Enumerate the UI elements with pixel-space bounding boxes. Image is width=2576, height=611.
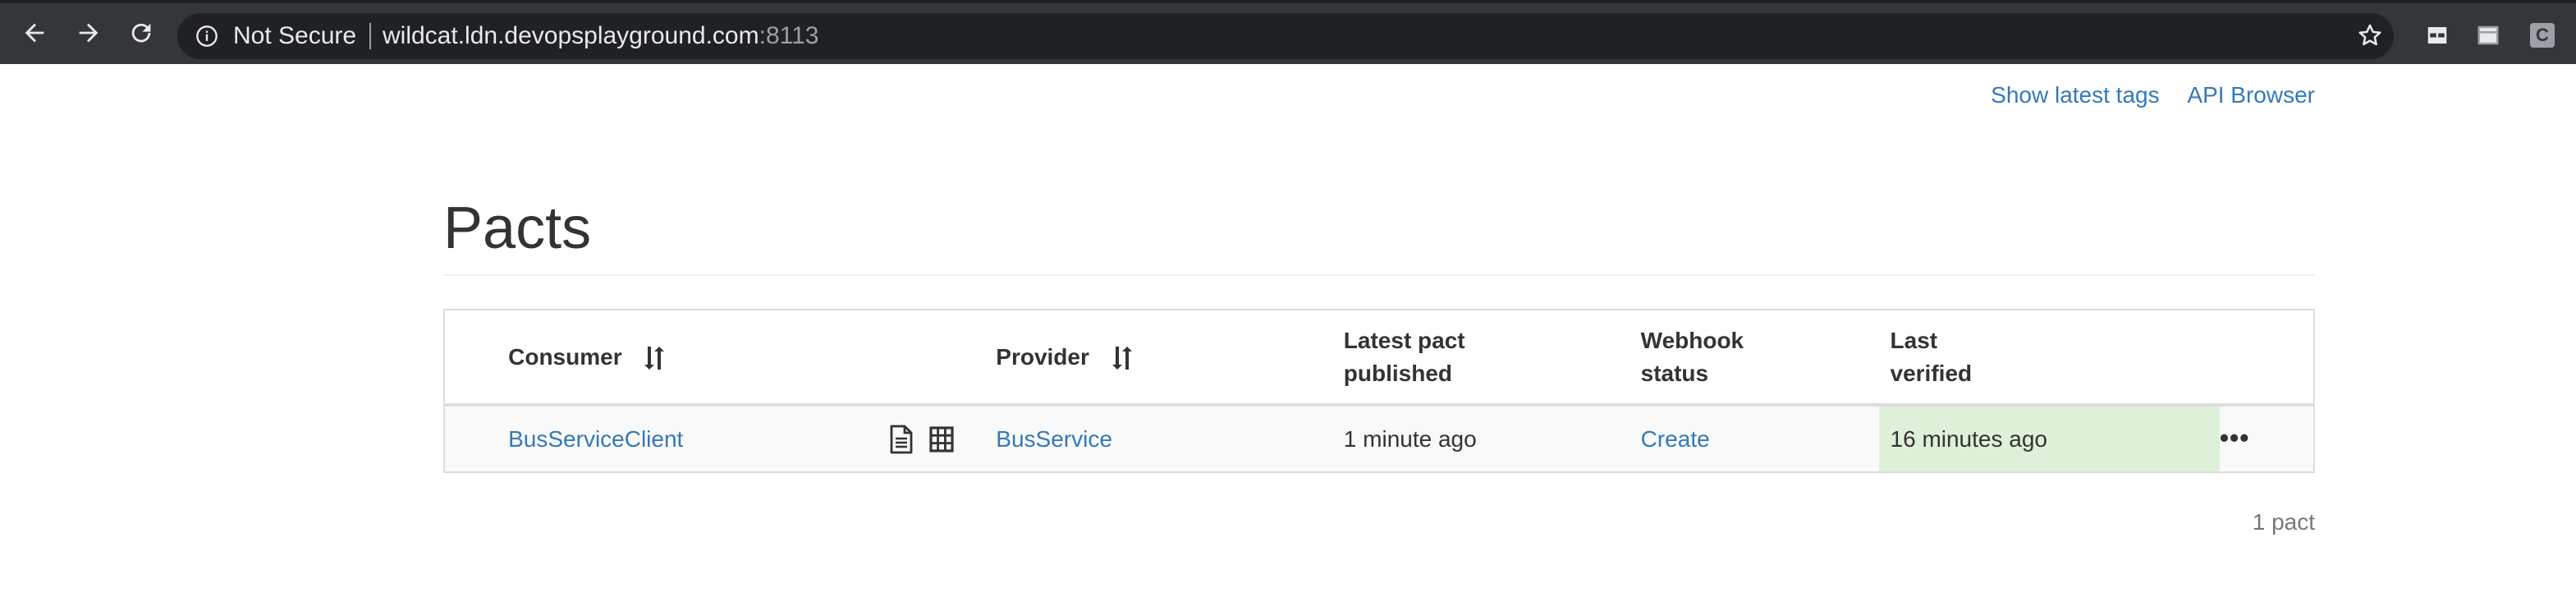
extension-icon[interactable]	[2425, 23, 2450, 48]
header-latest-pact-line2: published	[1343, 360, 1453, 386]
matrix-grid-icon[interactable]	[928, 425, 955, 454]
pact-icons-cell	[887, 405, 997, 472]
document-icon[interactable]	[888, 425, 914, 454]
divider	[369, 23, 371, 49]
api-browser-link[interactable]: API Browser	[2187, 82, 2315, 108]
sort-icon[interactable]	[1111, 345, 1134, 371]
header-last-verified-line2: verified	[1890, 360, 1973, 386]
header-consumer[interactable]: Consumer	[508, 310, 888, 407]
header-webhook-line2: status	[1640, 360, 1709, 386]
header-webhook-status: Webhook status	[1640, 310, 1879, 407]
header-spacer	[2219, 310, 2314, 407]
forward-icon[interactable]	[71, 15, 107, 51]
top-nav: Show latest tags API Browser	[1969, 82, 2315, 108]
actions-cell: •••	[2219, 405, 2314, 472]
provider-cell: BusService	[996, 405, 1344, 472]
table-header-row: Consumer Provider Latest pact published …	[444, 310, 2314, 407]
latest-pact-published-cell: 1 minute ago	[1343, 405, 1641, 472]
extension-icon[interactable]	[2476, 23, 2500, 48]
back-icon[interactable]	[16, 15, 53, 51]
header-spacer	[887, 310, 997, 407]
header-latest-pact-line1: Latest pact	[1343, 327, 1465, 353]
header-spacer	[444, 310, 509, 407]
consumer-cell: BusServiceClient	[508, 405, 888, 472]
table-row: BusServiceClient BusService 1 minute ago…	[444, 405, 2314, 472]
browser-toolbar: Not Secure wildcat.ldn.devopsplayground.…	[0, 0, 2576, 64]
row-spacer	[444, 405, 509, 472]
page-title: Pacts	[443, 195, 592, 261]
more-actions-icon[interactable]: •••	[2220, 423, 2250, 453]
header-provider-label: Provider	[996, 343, 1089, 370]
header-webhook-line1: Webhook	[1640, 327, 1744, 353]
security-label: Not Secure	[233, 22, 357, 49]
show-latest-tags-link[interactable]: Show latest tags	[1991, 82, 2159, 108]
pacts-table: Consumer Provider Latest pact published …	[443, 309, 2315, 473]
header-last-verified: Last verified	[1878, 310, 2220, 407]
url-host: wildcat.ldn.devopsplayground.com	[383, 22, 759, 49]
header-provider[interactable]: Provider	[996, 310, 1344, 407]
divider	[443, 274, 2315, 276]
bookmark-star-icon[interactable]	[2356, 21, 2384, 49]
consumer-link[interactable]: BusServiceClient	[508, 426, 683, 452]
info-icon[interactable]	[195, 25, 218, 48]
header-last-verified-line1: Last	[1890, 327, 1938, 353]
pact-count: 1 pact	[2252, 509, 2315, 535]
webhook-status-cell: Create	[1640, 405, 1879, 472]
url-port: :8113	[759, 22, 819, 49]
profile-avatar[interactable]: C	[2530, 23, 2555, 48]
sort-icon[interactable]	[643, 345, 666, 371]
url-text[interactable]: wildcat.ldn.devopsplayground.com:8113	[383, 23, 818, 49]
create-webhook-link[interactable]: Create	[1641, 426, 1710, 452]
address-bar[interactable]: Not Secure wildcat.ldn.devopsplayground.…	[177, 13, 2394, 59]
last-verified-cell: 16 minutes ago	[1878, 405, 2220, 472]
reload-icon[interactable]	[123, 15, 159, 51]
header-latest-pact: Latest pact published	[1343, 310, 1641, 407]
provider-link[interactable]: BusService	[996, 426, 1112, 452]
header-consumer-label: Consumer	[508, 343, 622, 370]
